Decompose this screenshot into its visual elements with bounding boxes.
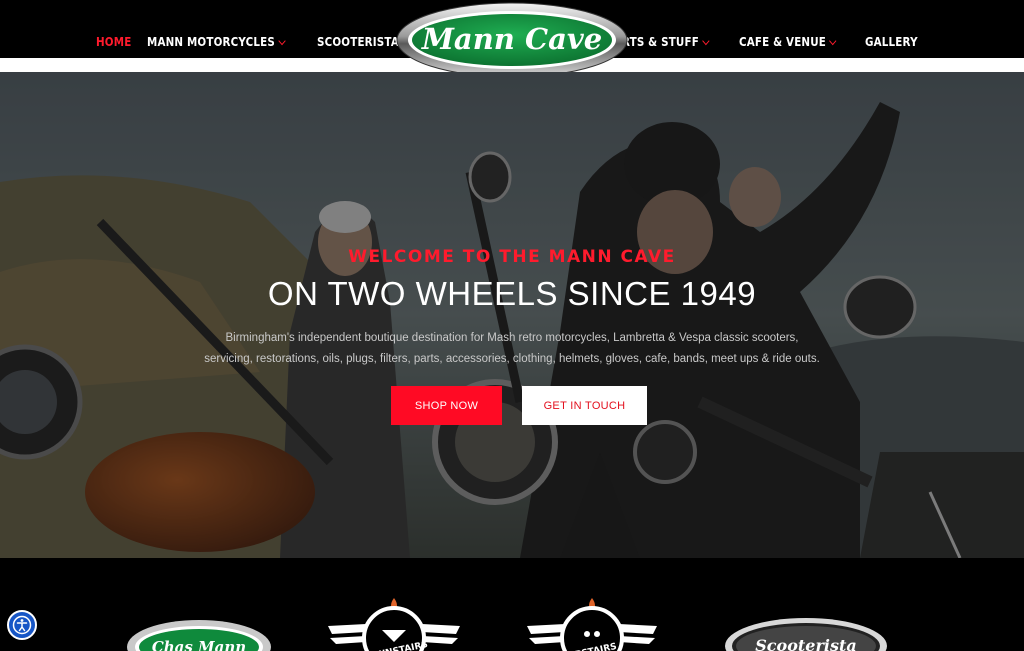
primary-nav-right: PARTS & STUFF CAFE & VENUE GALLERY <box>607 35 926 49</box>
brand-scooterista[interactable]: Scooterista <box>724 618 888 651</box>
hero-overlay <box>0 72 1024 558</box>
hero-section: WELCOME TO THE MANN CAVE ON TWO WHEELS S… <box>0 72 1024 558</box>
brand-upstairs[interactable]: UPSTAIRS <box>525 594 659 651</box>
brand-chas-mann[interactable]: Chas Mann <box>126 620 272 651</box>
get-in-touch-button[interactable]: GET IN TOUCH <box>522 386 647 425</box>
nav-scooterista-label: SCOOTERISTA <box>317 35 399 49</box>
chevron-down-icon <box>828 36 837 45</box>
nav-gallery[interactable]: GALLERY <box>865 35 918 49</box>
brands-section: Chas Mann DOWNSTAIRS UPSTAIRS <box>0 558 1024 651</box>
logo-text: Mann Cave <box>421 22 602 56</box>
nav-scooterista[interactable]: SCOOTERISTA <box>317 35 410 49</box>
nav-cafe-venue[interactable]: CAFE & VENUE <box>738 35 837 49</box>
brand-downstairs[interactable]: DOWNSTAIRS <box>326 594 462 651</box>
site-logo[interactable]: Mann Cave <box>396 2 628 78</box>
hero-kicker: WELCOME TO THE MANN CAVE <box>348 247 676 267</box>
chevron-down-icon <box>701 36 710 45</box>
nav-mann-motorcycles-label: MANN MOTORCYCLES <box>147 35 276 49</box>
nav-gallery-label: GALLERY <box>864 35 918 49</box>
brand-scooterista-label: Scooterista <box>755 636 856 651</box>
nav-home[interactable]: HOME <box>96 35 131 49</box>
primary-nav-left: HOME MANN MOTORCYCLES SCOOTERISTA <box>96 35 423 49</box>
nav-home-label: HOME <box>96 35 132 49</box>
hero-title: ON TWO WHEELS SINCE 1949 <box>267 275 757 312</box>
accessibility-button[interactable] <box>7 610 37 640</box>
chevron-down-icon <box>278 36 286 45</box>
nav-mann-motorcycles[interactable]: MANN MOTORCYCLES <box>147 35 286 49</box>
brand-chas-mann-label: Chas Mann <box>152 638 246 651</box>
shop-now-button[interactable]: SHOP NOW <box>391 386 502 425</box>
nav-cafe-venue-label: CAFE & VENUE <box>738 35 826 49</box>
accessibility-icon <box>12 615 32 635</box>
hero-subtitle: Birmingham's independent boutique destin… <box>204 332 820 365</box>
